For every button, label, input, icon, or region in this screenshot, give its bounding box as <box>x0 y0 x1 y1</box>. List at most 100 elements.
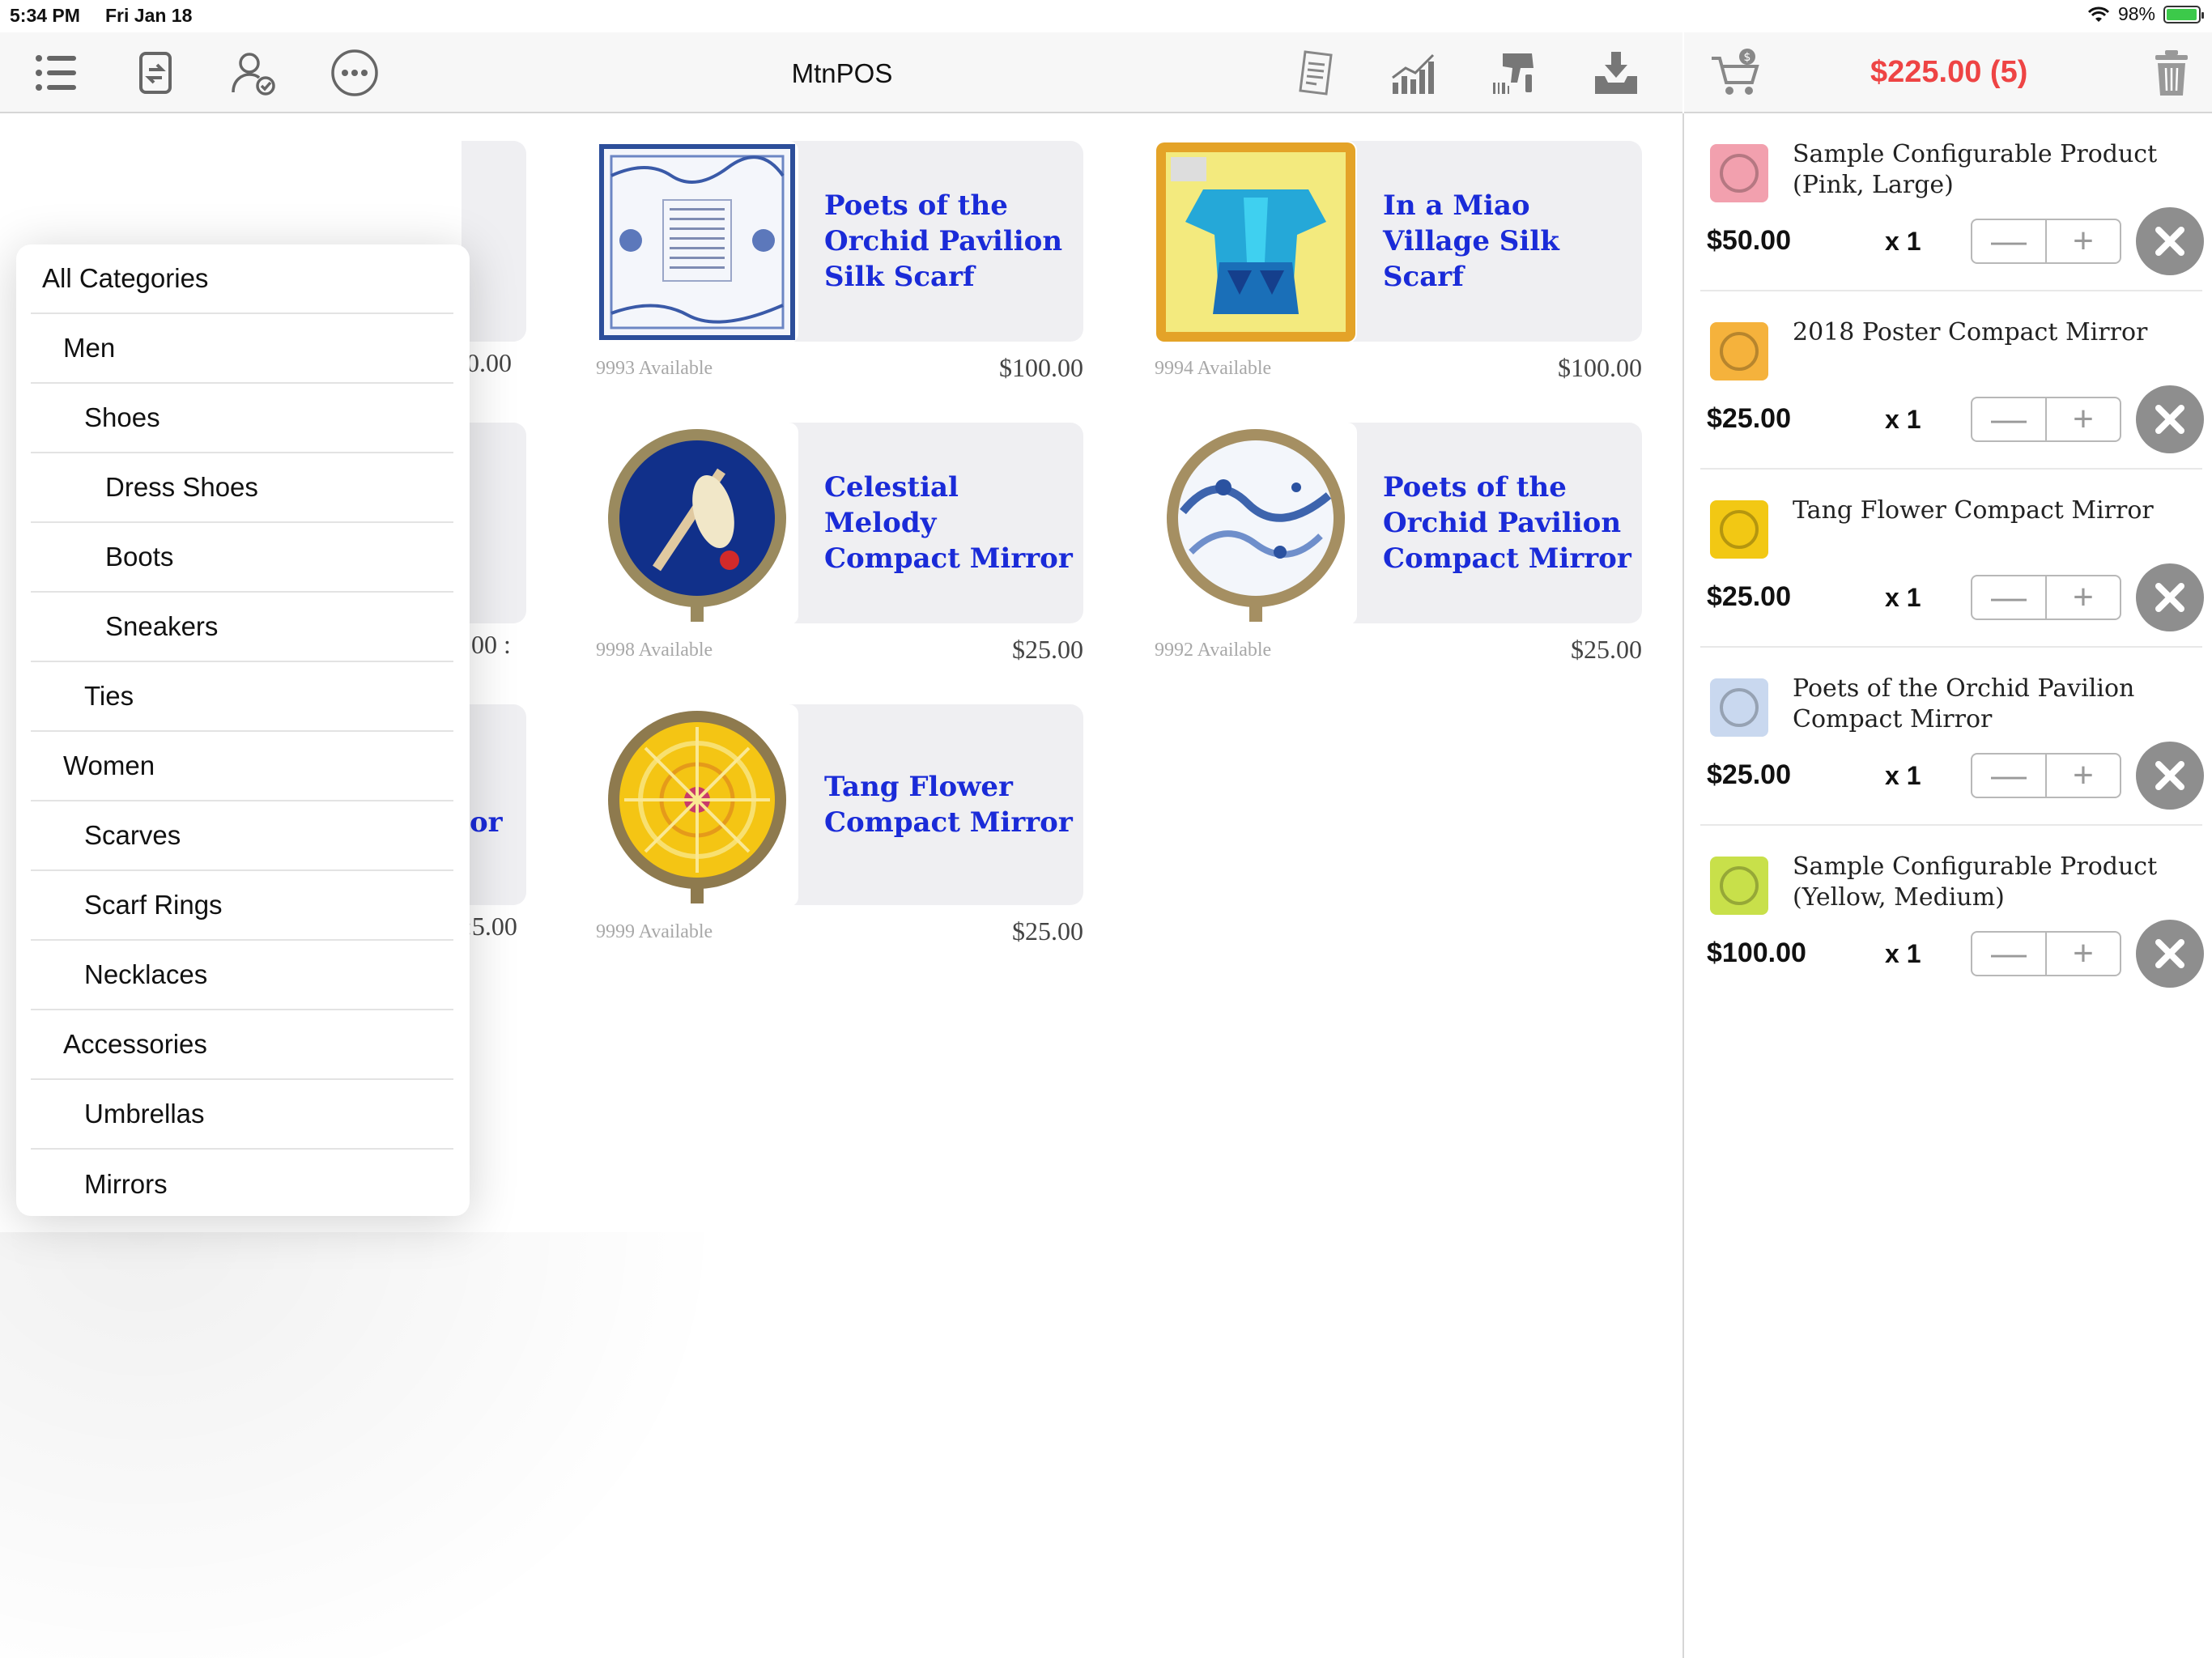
remove-item-button[interactable] <box>2136 207 2204 275</box>
category-item[interactable]: Accessories <box>31 1010 453 1080</box>
cart-item-quantity: x 1 <box>1885 227 1921 256</box>
close-icon <box>2155 939 2184 968</box>
customer-check-icon[interactable] <box>225 44 283 102</box>
quantity-stepper: — + <box>1971 575 2121 620</box>
close-icon <box>2155 583 2184 612</box>
quantity-stepper: — + <box>1971 219 2121 264</box>
product-name: Tang Flower Compact Mirror <box>824 770 1073 839</box>
increase-quantity-button[interactable]: + <box>2047 755 2120 797</box>
category-item[interactable]: Dress Shoes <box>31 453 453 523</box>
product-card-hidden-3[interactable] <box>462 704 526 905</box>
cart-item[interactable]: 2018 Poster Compact Mirror $25.00 x 1 — + <box>1700 300 2204 478</box>
increase-quantity-button[interactable]: + <box>2047 933 2120 975</box>
category-item[interactable]: Men <box>31 314 453 384</box>
product-name: In a Miao Village Silk Scarf <box>1383 189 1559 294</box>
cart-item-quantity: x 1 <box>1885 939 1921 968</box>
category-item[interactable]: Ties <box>31 662 453 732</box>
product-price: $100.00 <box>999 353 1083 382</box>
product-card[interactable]: Tang Flower Compact Mirror 9999 Availabl… <box>596 704 1083 946</box>
product-availability: 9998 Available <box>596 640 713 661</box>
product-card[interactable]: Celestial Melody Compact Mirror 9998 Ava… <box>596 423 1083 664</box>
decrease-quantity-button[interactable]: — <box>1972 576 2047 619</box>
category-item[interactable]: Necklaces <box>31 941 453 1010</box>
category-item[interactable]: Mirrors <box>31 1150 453 1216</box>
status-bar: 5:34 PM Fri Jan 18 98% <box>0 0 2212 32</box>
remove-item-button[interactable] <box>2136 385 2204 453</box>
category-item[interactable]: Shoes <box>31 384 453 453</box>
product-card[interactable]: Poets of the Orchid Pavilion Compact Mir… <box>1155 423 1642 664</box>
receipt-icon[interactable] <box>1287 44 1346 102</box>
product-price: $25.00 <box>1012 916 1083 946</box>
status-right: 98% <box>2087 3 2204 25</box>
remove-item-button[interactable] <box>2136 563 2204 631</box>
category-menu: All Categories Men Shoes Dress Shoes Boots Sn… <box>16 244 470 1216</box>
cart-item-name: Sample Configurable Product (Yellow, Med… <box>1793 852 2158 912</box>
main-toolbar: MtnPOS <box>0 32 1682 113</box>
decrease-quantity-button[interactable]: — <box>1972 933 2047 975</box>
cart-checkout-icon[interactable]: $ <box>1707 44 1765 102</box>
increase-quantity-button[interactable]: + <box>2047 576 2120 619</box>
svg-text:$: $ <box>1744 51 1751 64</box>
status-date: Fri Jan 18 <box>105 5 193 26</box>
trash-icon[interactable] <box>2142 44 2201 102</box>
product-name: Poets of the Orchid Pavilion Compact Mir… <box>1383 470 1631 576</box>
cart-item[interactable]: Tang Flower Compact Mirror $25.00 x 1 — + <box>1700 478 2204 656</box>
status-time: 5:34 PM <box>10 5 80 26</box>
reports-chart-icon[interactable] <box>1385 44 1443 102</box>
cart-item-thumbnail <box>1707 853 1772 918</box>
product-price-hidden-1: 0.00 <box>466 348 512 377</box>
category-item[interactable]: Scarf Rings <box>31 871 453 941</box>
category-item[interactable]: Boots <box>31 523 453 593</box>
download-tray-icon[interactable] <box>1587 44 1645 102</box>
battery-percent: 98% <box>2117 3 2155 24</box>
decrease-quantity-button[interactable]: — <box>1972 220 2047 262</box>
product-image <box>1155 141 1357 343</box>
cart-total[interactable]: $225.00 (5) <box>1870 55 2027 90</box>
cart-item-name: Sample Configurable Product (Pink, Large… <box>1793 140 2158 200</box>
cart-item-price: $25.00 <box>1707 581 1791 612</box>
cart-header: $ $225.00 (5) <box>1684 32 2212 113</box>
cart-item[interactable]: Sample Configurable Product (Pink, Large… <box>1700 121 2204 300</box>
increase-quantity-button[interactable]: + <box>2047 398 2120 440</box>
increase-quantity-button[interactable]: + <box>2047 220 2120 262</box>
product-price: $25.00 <box>1012 635 1083 664</box>
cart-item-quantity: x 1 <box>1885 761 1921 790</box>
barcode-scanner-icon[interactable] <box>1485 44 1543 102</box>
product-image <box>1155 423 1357 625</box>
decrease-quantity-button[interactable]: — <box>1972 755 2047 797</box>
cart-item-name: Tang Flower Compact Mirror <box>1793 496 2154 525</box>
remove-item-button[interactable] <box>2136 920 2204 988</box>
app-title: MtnPOS <box>791 58 893 88</box>
product-card-hidden-2[interactable] <box>462 423 526 623</box>
product-price-hidden-2: 00 : <box>471 630 511 659</box>
cart-item-quantity: x 1 <box>1885 583 1921 612</box>
more-icon[interactable] <box>325 44 384 102</box>
category-item[interactable]: Sneakers <box>31 593 453 662</box>
cart-item[interactable]: Poets of the Orchid Pavilion Compact Mir… <box>1700 656 2204 834</box>
product-availability: 9999 Available <box>596 921 713 942</box>
product-card[interactable]: In a Miao Village Silk Scarf 9994 Availa… <box>1155 141 1642 382</box>
product-price: $100.00 <box>1558 353 1642 382</box>
list-icon[interactable] <box>28 44 86 102</box>
product-availability: 9992 Available <box>1155 640 1272 661</box>
category-item[interactable]: Scarves <box>31 801 453 871</box>
product-availability: 9994 Available <box>1155 358 1272 379</box>
quantity-stepper: — + <box>1971 753 2121 798</box>
cart-item[interactable]: Sample Configurable Product (Yellow, Med… <box>1700 834 2204 1012</box>
panel-divider <box>1682 113 1684 1658</box>
category-item[interactable]: All Categories <box>31 244 453 314</box>
category-item[interactable]: Women <box>31 732 453 801</box>
product-availability: 9993 Available <box>596 358 713 379</box>
remove-item-button[interactable] <box>2136 742 2204 810</box>
product-image <box>596 141 798 343</box>
quantity-stepper: — + <box>1971 397 2121 442</box>
cart-item-price: $25.00 <box>1707 403 1791 434</box>
sync-icon[interactable] <box>126 44 185 102</box>
quantity-stepper: — + <box>1971 931 2121 976</box>
decrease-quantity-button[interactable]: — <box>1972 398 2047 440</box>
category-item[interactable]: Umbrellas <box>31 1080 453 1150</box>
product-card-hidden-1[interactable] <box>462 141 526 342</box>
product-card[interactable]: Poets of the Orchid Pavilion Silk Scarf … <box>596 141 1083 382</box>
close-icon <box>2155 227 2184 256</box>
close-icon <box>2155 761 2184 790</box>
